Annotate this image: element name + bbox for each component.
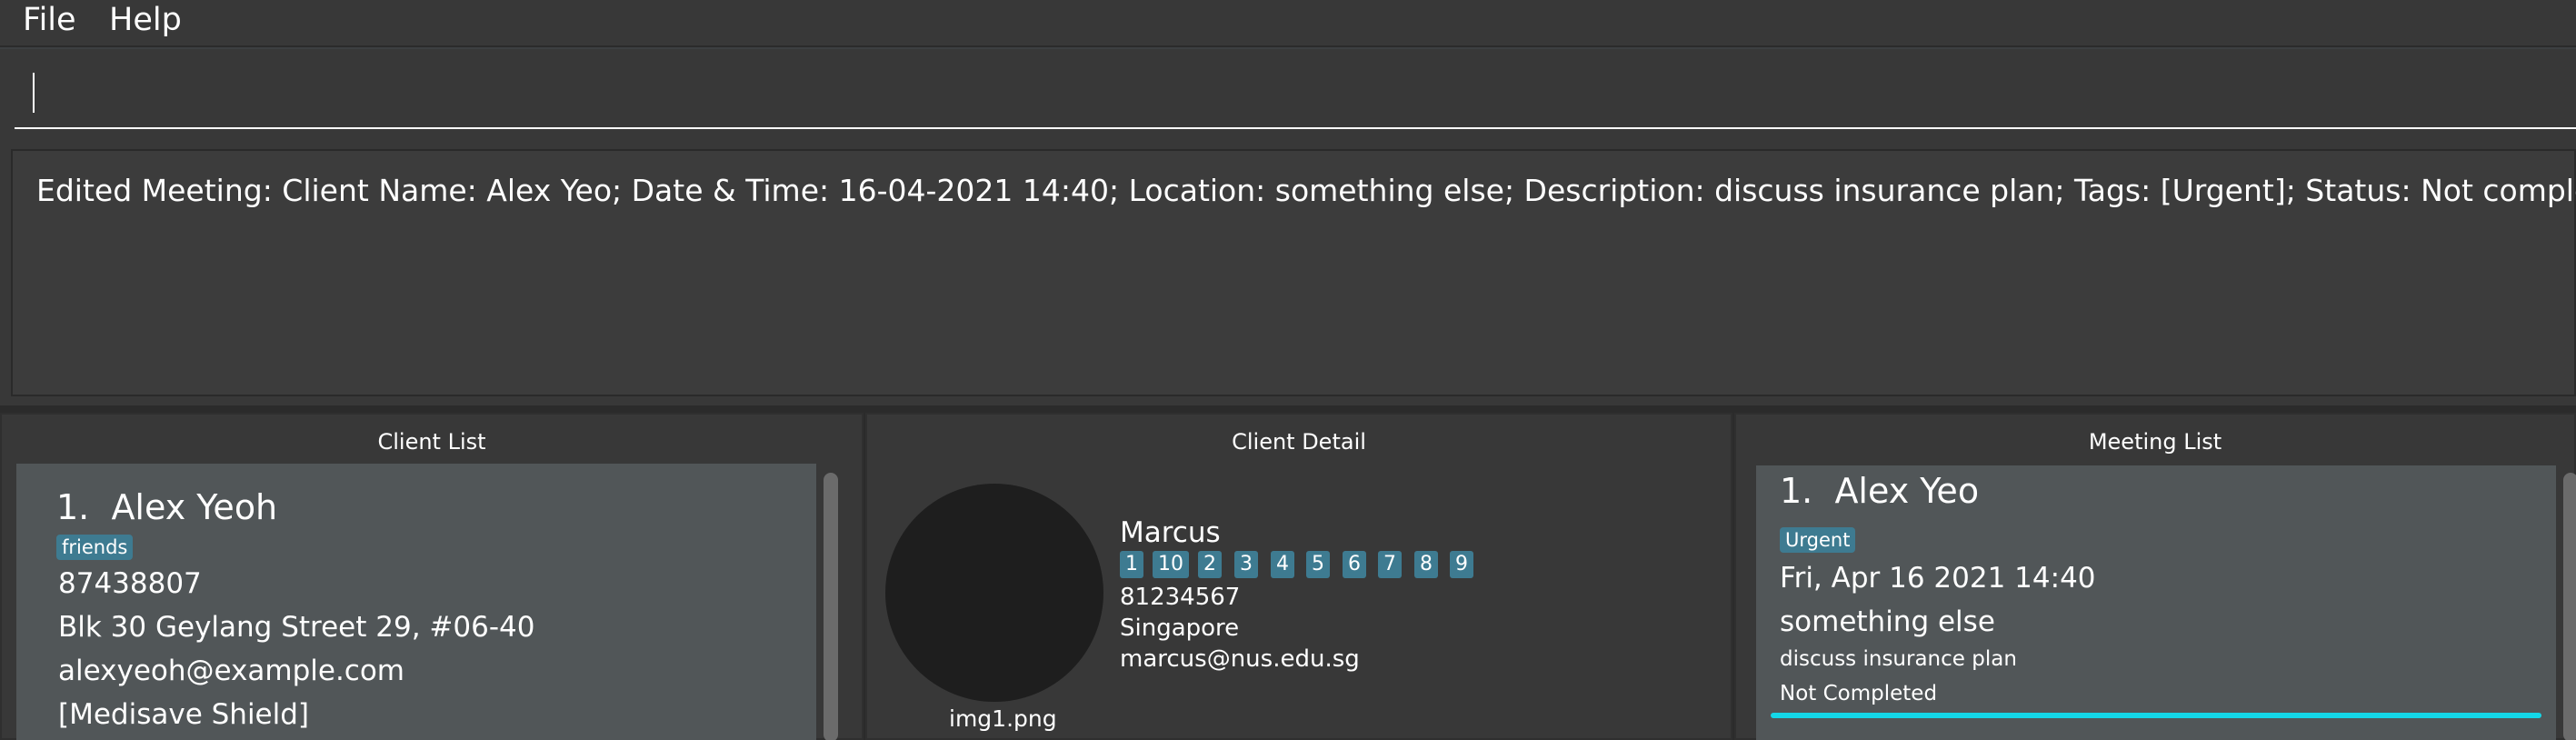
meeting-list-panel: Meeting List 1. Alex Yeo Urgent Fri, Apr… [1734, 413, 2576, 740]
client-avatar [885, 484, 1103, 702]
meeting-client-name-text: Alex Yeo [1834, 471, 1980, 511]
text-caret [33, 73, 35, 113]
menu-bar: File Help [0, 0, 2576, 47]
result-text: Edited Meeting: Client Name: Alex Yeo; D… [36, 173, 2576, 208]
client-name-text: Alex Yeoh [111, 487, 278, 527]
meeting-status-bar [1771, 713, 2541, 718]
meeting-tag: Urgent [1780, 527, 1856, 553]
meeting-client-name: 1. Alex Yeo [1780, 471, 1979, 511]
client-index: 1. [56, 487, 90, 527]
meeting-status: Not Completed [1780, 682, 1938, 705]
panes-container: Client List 1. Alex Yeoh friends 8743880… [0, 405, 2576, 740]
meeting-card[interactable]: 1. Alex Yeo Urgent Fri, Apr 16 2021 14:4… [1756, 465, 2556, 740]
client-tag: friends [56, 535, 134, 560]
meeting-location: something else [1780, 605, 1995, 638]
detail-phone: 81234567 [1120, 584, 1241, 611]
client-list-scrollbar[interactable] [824, 473, 838, 740]
client-policies: [Medisave Shield] [58, 698, 310, 731]
detail-tag: 7 [1378, 551, 1402, 578]
menu-file[interactable]: File [23, 0, 76, 40]
detail-tag: 9 [1450, 551, 1473, 578]
detail-email: marcus@nus.edu.sg [1120, 645, 1360, 673]
client-name: 1. Alex Yeoh [56, 487, 277, 527]
detail-tag: 4 [1271, 551, 1294, 578]
detail-address: Singapore [1120, 615, 1240, 642]
meeting-index: 1. [1780, 471, 1813, 511]
client-card[interactable]: 1. Alex Yeoh friends 87438807 Blk 30 Gey… [16, 464, 816, 740]
command-input[interactable] [15, 56, 2576, 129]
menu-help[interactable]: Help [109, 0, 182, 40]
client-detail-panel: Client Detail img1.png Marcus 1 10 2 3 4… [865, 413, 1732, 740]
meeting-list-scrollbar[interactable] [2563, 473, 2576, 740]
command-box [0, 49, 2576, 136]
detail-tag: 3 [1234, 551, 1258, 578]
result-display[interactable]: Edited Meeting: Client Name: Alex Yeo; D… [11, 149, 2576, 396]
client-phone: 87438807 [58, 567, 202, 600]
detail-client-name: Marcus [1120, 516, 1221, 549]
detail-tag: 6 [1343, 551, 1366, 578]
client-detail-title: Client Detail [1232, 429, 1366, 455]
detail-tag: 2 [1198, 551, 1222, 578]
result-display-area: Edited Meeting: Client Name: Alex Yeo; D… [0, 136, 2576, 405]
meeting-description: discuss insurance plan [1780, 647, 2017, 671]
detail-tag: 5 [1306, 551, 1330, 578]
client-address: Blk 30 Geylang Street 29, #06-40 [58, 611, 535, 644]
client-list-title: Client List [377, 429, 486, 455]
detail-tag: 8 [1414, 551, 1438, 578]
meeting-list-title: Meeting List [2088, 429, 2222, 455]
meeting-datetime: Fri, Apr 16 2021 14:40 [1780, 562, 2096, 595]
detail-tag: 10 [1153, 551, 1189, 578]
detail-tag: 1 [1120, 551, 1143, 578]
client-list-panel: Client List 1. Alex Yeoh friends 8743880… [0, 413, 864, 740]
client-email: alexyeoh@example.com [58, 655, 405, 687]
client-image-label: img1.png [949, 705, 1057, 732]
